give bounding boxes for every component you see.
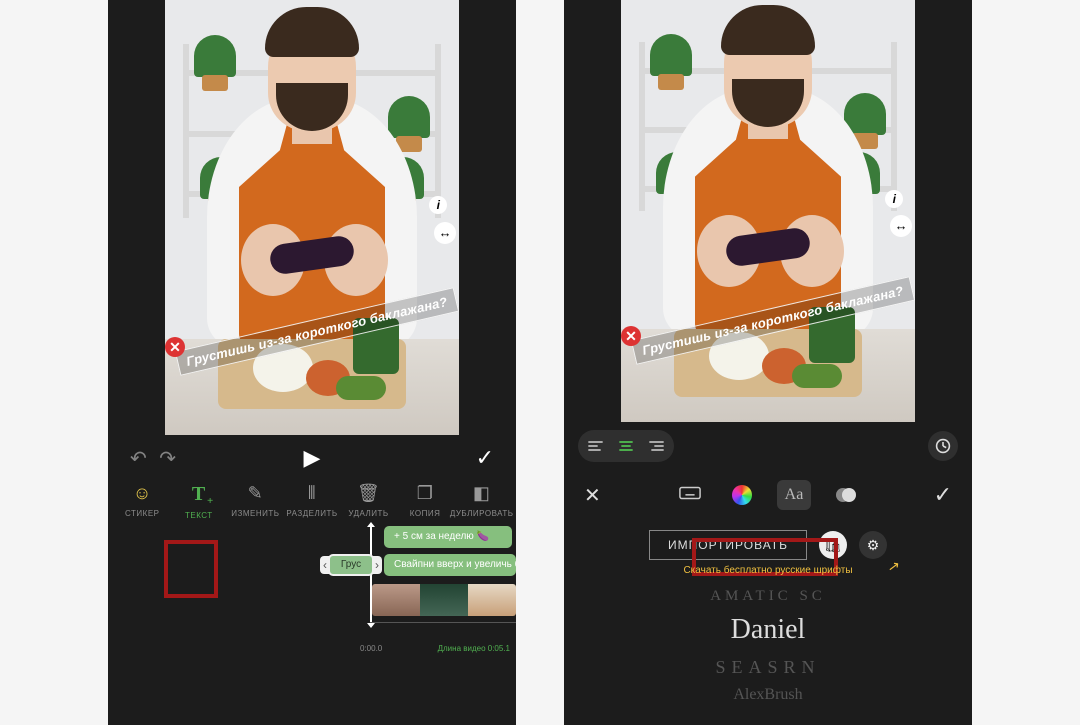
font-list[interactable]: AMATIC SC Daniel SEASRN AlexBrush xyxy=(564,584,972,707)
align-center-icon[interactable] xyxy=(611,433,641,459)
font-option[interactable]: SEASRN xyxy=(564,653,972,682)
clip-handle-right[interactable]: › xyxy=(372,556,382,574)
tool-edit[interactable]: ✎ ИЗМЕНИТЬ xyxy=(227,483,283,518)
color-wheel-icon xyxy=(732,485,752,505)
resize-overlay-icon[interactable]: ↔ xyxy=(890,215,912,237)
tool-label: УДАЛИТЬ xyxy=(348,509,388,518)
resize-overlay-icon[interactable]: ↔ xyxy=(434,222,456,244)
download-fonts-hint: Скачать бесплатно русские шрифты ↗ xyxy=(564,562,972,584)
font-icon: Aa xyxy=(785,486,804,504)
time-zero: 0:00.0 xyxy=(360,644,382,653)
clip-label: Свайпни вверх и увеличь бак xyxy=(394,559,516,570)
toolbar: ☺ СТИКЕР T+ ТЕКСТ ✎ ИЗМЕНИТЬ ⦀ РАЗДЕЛИТЬ… xyxy=(108,475,516,526)
tool-delete[interactable]: 🗑 УДАЛИТЬ xyxy=(341,483,397,518)
arrow-icon: ↗ xyxy=(887,557,901,575)
font-mode[interactable]: Aa xyxy=(777,480,811,510)
confirm-button[interactable]: ✓ xyxy=(476,445,494,471)
screenshot-right-font-import: Грустишь из-за короткого баклажана? ✕ i … xyxy=(564,0,972,725)
player-bar: ↶ ↷ ▶ ✓ xyxy=(108,435,516,475)
timeline[interactable]: + 5 см за неделю 🍆 ‹ Грус › Свайпни ввер… xyxy=(108,526,516,646)
tool-label: ИЗМЕНИТЬ xyxy=(231,509,279,518)
align-right-icon[interactable] xyxy=(641,433,671,459)
tool-label: КОПИЯ xyxy=(410,509,441,518)
font-option[interactable]: AMATIC SC xyxy=(564,584,972,608)
tool-label: СТИКЕР xyxy=(125,509,159,518)
info-overlay-icon[interactable]: i xyxy=(429,196,447,214)
info-overlay-icon[interactable]: i xyxy=(885,190,903,208)
time-ruler xyxy=(370,622,516,623)
text-icon: T+ xyxy=(192,483,206,506)
align-left-icon[interactable] xyxy=(581,433,611,459)
tool-label: ТЕКСТ xyxy=(185,511,213,520)
settings-button[interactable]: ⚙ xyxy=(859,531,887,559)
trash-icon: 🗑 xyxy=(357,483,380,504)
style-mode[interactable] xyxy=(829,480,863,510)
time-duration: Длина видео 0:05.1 xyxy=(438,644,510,653)
hint-text: Скачать бесплатно русские шрифты xyxy=(683,565,852,576)
close-icon[interactable]: ✕ xyxy=(584,483,601,508)
tool-label: ДУБЛИРОВАТЬ xyxy=(450,509,514,518)
undo-icon[interactable]: ↶ xyxy=(130,448,147,470)
shopping-bag-icon: 🛍 xyxy=(824,537,842,554)
font-option[interactable]: AlexBrush xyxy=(564,682,972,708)
clip-label: Грус xyxy=(341,559,361,570)
font-option[interactable]: Daniel xyxy=(564,608,972,653)
copy-icon: ❐ xyxy=(417,483,434,504)
tool-copy[interactable]: ❐ КОПИЯ xyxy=(397,483,453,518)
keyboard-mode[interactable] xyxy=(673,480,707,510)
duplicate-icon: ◧ xyxy=(473,483,491,504)
import-font-button[interactable]: ИМПОРТИРОВАТЬ xyxy=(649,530,807,560)
alignment-row xyxy=(564,422,972,466)
delete-overlay-icon[interactable]: ✕ xyxy=(165,337,185,357)
clip-handle-left[interactable]: ‹ xyxy=(320,556,330,574)
video-track[interactable] xyxy=(372,584,516,616)
video-preview[interactable]: Грустишь из-за короткого баклажана? ✕ i … xyxy=(621,0,915,422)
overlap-circles-icon xyxy=(836,485,856,505)
tool-sticker[interactable]: ☺ СТИКЕР xyxy=(114,483,170,518)
duration-button[interactable] xyxy=(928,431,958,461)
delete-overlay-icon[interactable]: ✕ xyxy=(621,326,641,346)
smiley-icon: ☺ xyxy=(133,483,152,504)
color-mode[interactable] xyxy=(725,480,759,510)
shop-button[interactable]: 🛍 xyxy=(819,531,847,559)
edit-mode-row: ✕ Aa ✓ xyxy=(564,466,972,524)
clip-label: + 5 см за неделю 🍆 xyxy=(394,531,489,542)
tool-duplicate[interactable]: ◧ ДУБЛИРОВАТЬ xyxy=(454,483,510,518)
keyboard-icon xyxy=(679,486,701,505)
tool-text[interactable]: T+ ТЕКСТ xyxy=(171,483,227,520)
import-row: ИМПОРТИРОВАТЬ 🛍 ⚙ xyxy=(564,524,972,562)
timeline-clip-selected[interactable]: ‹ Грус › xyxy=(328,554,374,576)
split-icon: ⦀ xyxy=(308,483,316,504)
play-button[interactable]: ▶ xyxy=(304,445,321,471)
screenshot-left-text-tool: Грустишь из-за короткого баклажана? ✕ i … xyxy=(108,0,516,725)
tool-label: РАЗДЕЛИТЬ xyxy=(286,509,337,518)
gear-icon: ⚙ xyxy=(867,537,880,554)
timeline-clip[interactable]: Свайпни вверх и увеличь бак xyxy=(384,554,516,576)
confirm-button[interactable]: ✓ xyxy=(934,482,952,508)
timeline-clip[interactable]: + 5 см за неделю 🍆 xyxy=(384,526,512,548)
redo-icon[interactable]: ↷ xyxy=(159,448,176,470)
tool-split[interactable]: ⦀ РАЗДЕЛИТЬ xyxy=(284,483,340,518)
video-preview[interactable]: Грустишь из-за короткого баклажана? ✕ i … xyxy=(165,0,459,435)
alignment-pill xyxy=(578,430,674,462)
pencil-icon: ✎ xyxy=(248,483,264,504)
